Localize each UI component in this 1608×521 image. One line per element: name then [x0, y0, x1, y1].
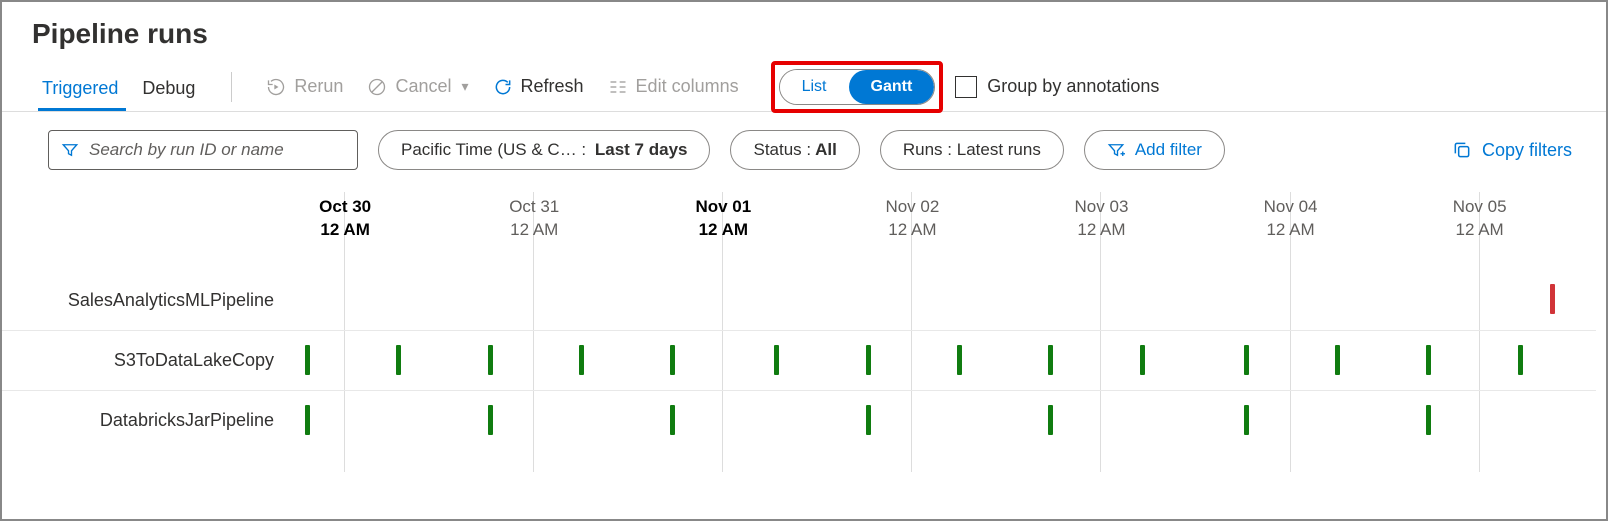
rerun-icon — [266, 77, 286, 97]
run-marker-success[interactable] — [1426, 405, 1431, 435]
timeline-column-label: Oct 3012 AM — [319, 192, 371, 242]
copy-filters-button[interactable]: Copy filters — [1452, 140, 1582, 161]
add-filter-icon — [1107, 141, 1125, 159]
edit-columns-button[interactable]: Edit columns — [596, 70, 751, 103]
run-marker-success[interactable] — [1426, 345, 1431, 375]
run-marker-success[interactable] — [1140, 345, 1145, 375]
pipeline-runs-panel: Pipeline runs Triggered Debug Rerun Canc… — [0, 0, 1608, 521]
filter-icon — [61, 141, 79, 159]
runs-label: Runs : — [903, 140, 952, 160]
view-toggle: List Gantt — [779, 69, 936, 105]
refresh-button[interactable]: Refresh — [481, 70, 596, 103]
pipeline-name[interactable]: DatabricksJarPipeline — [2, 390, 292, 450]
pipeline-name[interactable]: S3ToDataLakeCopy — [2, 330, 292, 390]
run-marker-success[interactable] — [670, 405, 675, 435]
run-marker-success[interactable] — [1518, 345, 1523, 375]
run-marker-success[interactable] — [488, 405, 493, 435]
refresh-icon — [493, 77, 513, 97]
timeline-column-label: Oct 3112 AM — [509, 192, 559, 242]
timeline-column-label: Nov 0412 AM — [1264, 192, 1318, 242]
search-placeholder: Search by run ID or name — [89, 140, 284, 160]
filter-runs[interactable]: Runs : Latest runs — [880, 130, 1064, 170]
run-marker-success[interactable] — [1048, 345, 1053, 375]
rerun-label: Rerun — [294, 76, 343, 97]
pipeline-names-column: SalesAnalyticsMLPipelineS3ToDataLakeCopy… — [2, 270, 292, 450]
run-marker-success[interactable] — [579, 345, 584, 375]
tz-value: Last 7 days — [595, 140, 688, 160]
tab-debug[interactable]: Debug — [132, 70, 209, 111]
refresh-label: Refresh — [521, 76, 584, 97]
filter-bar: Search by run ID or name Pacific Time (U… — [2, 112, 1606, 182]
run-marker-failed[interactable] — [1550, 284, 1555, 314]
tab-triggered[interactable]: Triggered — [32, 70, 132, 111]
pipeline-name[interactable]: SalesAnalyticsMLPipeline — [2, 270, 292, 330]
run-marker-success[interactable] — [866, 405, 871, 435]
run-marker-success[interactable] — [1244, 405, 1249, 435]
run-marker-success[interactable] — [866, 345, 871, 375]
run-marker-success[interactable] — [488, 345, 493, 375]
edit-columns-label: Edit columns — [636, 76, 739, 97]
view-list-option[interactable]: List — [780, 70, 849, 104]
run-marker-success[interactable] — [670, 345, 675, 375]
timeline-column-label: Nov 0512 AM — [1453, 192, 1507, 242]
gantt-rows — [292, 270, 1596, 450]
copy-icon — [1452, 140, 1472, 160]
status-label: Status : — [753, 140, 811, 160]
cancel-icon — [367, 77, 387, 97]
timeline-column-label: Nov 0112 AM — [695, 192, 751, 242]
chevron-down-icon: ▾ — [461, 78, 468, 95]
copy-filters-label: Copy filters — [1482, 140, 1572, 161]
rerun-button[interactable]: Rerun — [254, 70, 355, 103]
tz-label: Pacific Time (US & C… — [401, 140, 577, 160]
separator — [231, 72, 232, 102]
checkbox-icon — [955, 76, 977, 98]
search-input[interactable]: Search by run ID or name — [48, 130, 358, 170]
view-toggle-highlight: List Gantt — [771, 61, 944, 113]
run-marker-success[interactable] — [305, 405, 310, 435]
group-by-label: Group by annotations — [987, 76, 1159, 97]
run-marker-success[interactable] — [1335, 345, 1340, 375]
gantt-row — [292, 330, 1596, 390]
toolbar: Triggered Debug Rerun Cancel ▾ Refresh E… — [2, 58, 1606, 112]
timeline-column-label: Nov 0212 AM — [885, 192, 939, 242]
run-marker-success[interactable] — [774, 345, 779, 375]
runs-value: Latest runs — [957, 140, 1041, 160]
filter-status[interactable]: Status : All — [730, 130, 859, 170]
view-gantt-option[interactable]: Gantt — [849, 70, 935, 104]
columns-icon — [608, 77, 628, 97]
run-marker-success[interactable] — [396, 345, 401, 375]
run-type-tabs: Triggered Debug — [32, 62, 209, 111]
add-filter-label: Add filter — [1135, 140, 1202, 160]
page-title: Pipeline runs — [2, 2, 1606, 58]
gantt-row — [292, 390, 1596, 450]
gantt-chart: Oct 3012 AMOct 3112 AMNov 0112 AMNov 021… — [2, 182, 1606, 202]
filter-timezone[interactable]: Pacific Time (US & C… : Last 7 days — [378, 130, 710, 170]
cancel-label: Cancel — [395, 76, 451, 97]
group-by-annotations-toggle[interactable]: Group by annotations — [955, 76, 1159, 98]
run-marker-success[interactable] — [1244, 345, 1249, 375]
run-marker-success[interactable] — [305, 345, 310, 375]
status-value: All — [815, 140, 837, 160]
add-filter-button[interactable]: Add filter — [1084, 130, 1225, 170]
cancel-button[interactable]: Cancel ▾ — [355, 70, 480, 103]
gantt-row — [292, 270, 1596, 330]
timeline-column-label: Nov 0312 AM — [1075, 192, 1129, 242]
run-marker-success[interactable] — [957, 345, 962, 375]
run-marker-success[interactable] — [1048, 405, 1053, 435]
